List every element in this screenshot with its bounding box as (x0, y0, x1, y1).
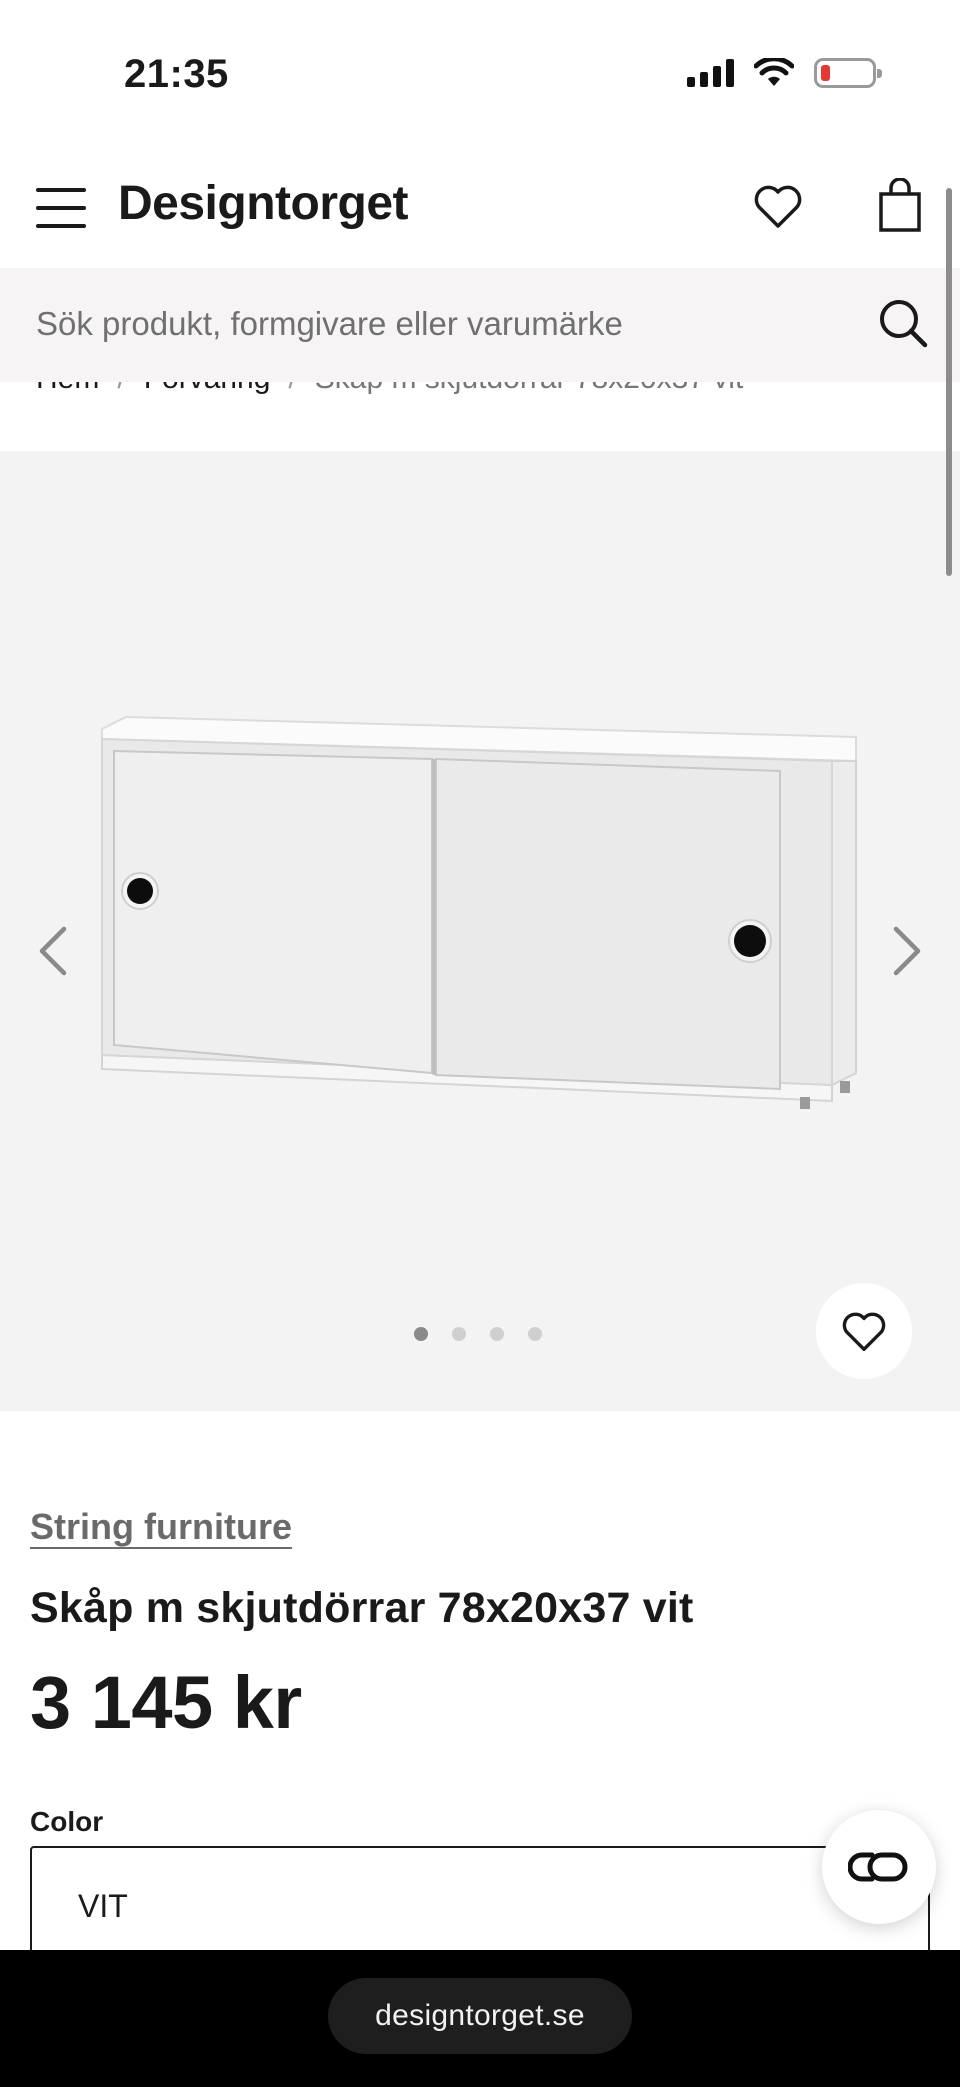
gallery-dot[interactable] (490, 1327, 504, 1341)
battery-level (821, 65, 830, 81)
gallery-pagination (414, 1327, 542, 1341)
product-image-cabinet (101, 715, 857, 1109)
chat-button[interactable] (822, 1810, 936, 1924)
add-to-wishlist-button[interactable] (816, 1283, 912, 1379)
status-time: 21:35 (124, 52, 229, 96)
battery-icon (814, 58, 882, 88)
search-input[interactable] (36, 298, 856, 350)
shopping-bag-icon[interactable] (876, 178, 924, 234)
browser-address-bar: designtorget.se (0, 1950, 960, 2087)
hamburger-menu-icon[interactable] (36, 188, 86, 228)
heart-icon (842, 1312, 886, 1351)
chat-icon (848, 1852, 908, 1882)
product-price: 3 145 kr (30, 1661, 302, 1744)
gallery-dot[interactable] (528, 1327, 542, 1341)
product-title: Skåp m skjutdörrar 78x20x37 vit (30, 1584, 694, 1632)
color-select[interactable]: VIT (30, 1846, 930, 1966)
gallery-dot[interactable] (452, 1327, 466, 1341)
cellular-signal-icon (687, 59, 734, 87)
color-selected-value: VIT (78, 1888, 128, 1924)
gallery-dot[interactable] (414, 1327, 428, 1341)
site-header: Designtorget (0, 150, 960, 268)
status-icons (687, 58, 882, 88)
product-brand-link[interactable]: String furniture (30, 1506, 292, 1548)
scrollbar[interactable] (946, 188, 952, 576)
chevron-left-icon[interactable] (32, 921, 76, 981)
wifi-icon (754, 58, 794, 86)
search-bar (0, 268, 960, 382)
url-text: designtorget.se (375, 1999, 585, 2032)
chevron-right-icon[interactable] (884, 921, 928, 981)
status-bar: 21:35 (0, 0, 960, 150)
heart-icon[interactable] (752, 180, 804, 232)
product-gallery[interactable] (0, 451, 960, 1411)
url-pill[interactable]: designtorget.se (328, 1978, 632, 2054)
color-label: Color (30, 1806, 104, 1837)
search-icon[interactable] (876, 296, 930, 350)
site-logo[interactable]: Designtorget (118, 176, 409, 231)
